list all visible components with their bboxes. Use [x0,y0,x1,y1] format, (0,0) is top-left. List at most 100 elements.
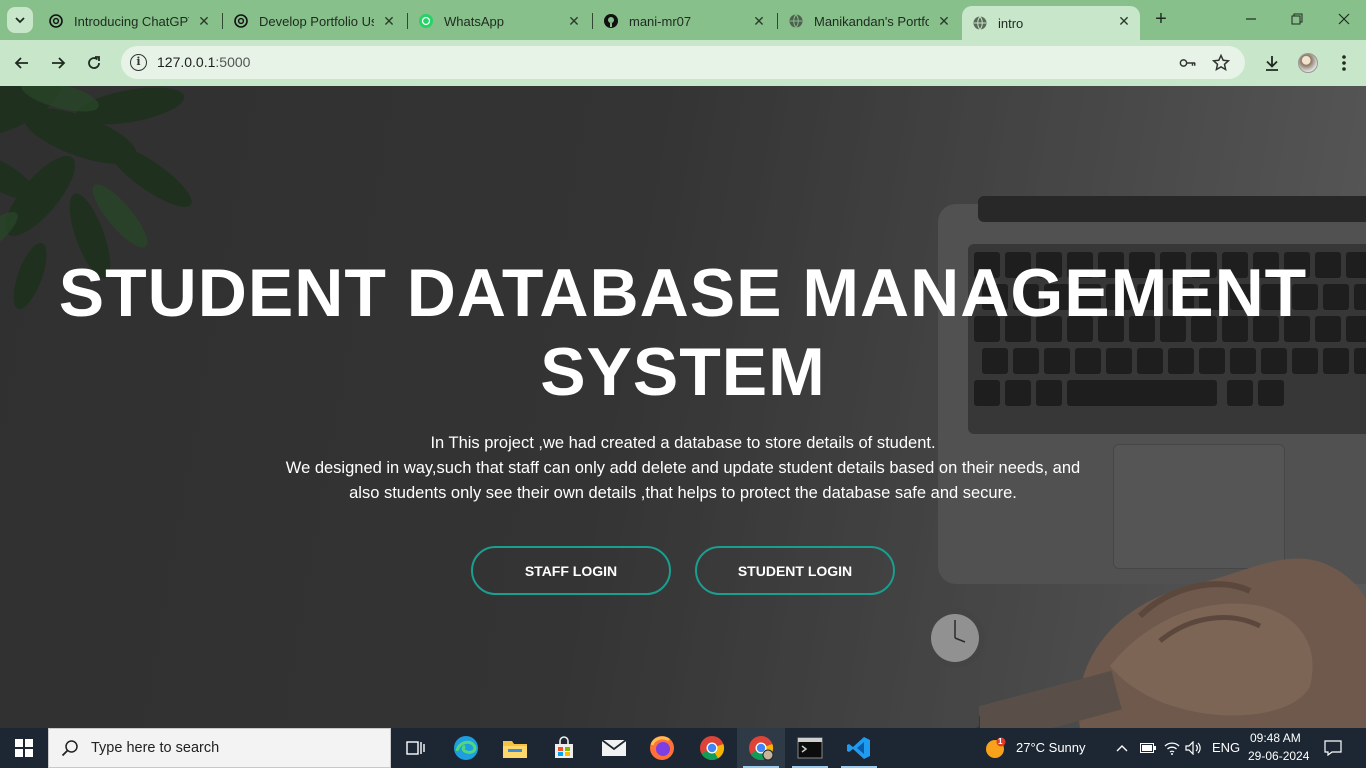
chatgpt-icon [233,13,249,29]
taskbar-chrome-profile-active[interactable] [737,728,785,768]
weather-text[interactable]: 27°C Sunny [1016,740,1086,755]
tab-intro[interactable]: intro ✕ [962,6,1140,40]
search-icon [61,740,78,757]
page-title-line2: SYSTEM [540,334,826,410]
description-line1: In This project ,we had created a databa… [430,434,936,452]
chrome-menu-button[interactable] [1332,51,1356,75]
reload-icon [88,56,100,69]
taskbar-terminal[interactable] [786,728,834,768]
notifications-button[interactable] [1318,728,1348,768]
clock-time[interactable]: 09:48 AM [1250,731,1301,745]
battery-button[interactable] [1136,728,1160,768]
weather-badge: 1 [998,737,1003,746]
tab-introducing-chatgpt[interactable]: Introducing ChatGPT ✕ [38,6,220,36]
staff-login-button[interactable]: STAFF LOGIN [471,546,671,595]
project-description: In This project ,we had created a databa… [283,431,1083,506]
mail-icon [601,739,627,756]
page-title-line1: STUDENT DATABASE MANAGEMENT [58,255,1308,331]
vscode-icon [847,737,870,759]
taskbar-edge[interactable] [442,728,490,768]
folder-icon [503,741,527,758]
wifi-icon [1164,742,1180,755]
chrome-icon [700,736,725,761]
address-bar[interactable]: i 127.0.0.1:5000 [121,46,1245,79]
tab-search-button[interactable] [7,7,33,33]
tab-strip: Introducing ChatGPT ✕ Develop Portfolio … [0,0,1366,40]
terminal-icon [797,737,823,759]
download-icon [1266,56,1278,71]
taskbar-store[interactable] [540,728,588,768]
page-title: STUDENT DATABASE MANAGEMENT SYSTEM [0,254,1366,412]
close-icon[interactable]: ✕ [196,13,212,29]
clock-date[interactable]: 29-06-2024 [1248,749,1309,763]
tab-title: WhatsApp [444,13,504,29]
speaker-icon [1185,741,1201,755]
windows-logo-icon [15,739,33,757]
close-icon [1338,13,1350,25]
taskbar-chrome[interactable] [688,728,736,768]
arrow-right-icon [52,57,66,69]
start-button[interactable] [0,728,48,768]
edge-icon [454,736,478,760]
weather-widget-icon[interactable]: 1 [980,728,1010,768]
show-hidden-icons-button[interactable] [1110,728,1134,768]
close-icon[interactable]: ✕ [566,13,582,29]
password-key-icon[interactable] [1179,54,1197,72]
taskbar-vscode[interactable] [835,728,883,768]
taskbar-firefox[interactable] [638,728,686,768]
tab-title: mani-mr07 [629,13,692,29]
tab-github[interactable]: mani-mr07 ✕ [593,6,775,36]
tab-title: intro [998,15,1024,31]
taskbar-search-box[interactable]: Type here to search [48,728,391,768]
whatsapp-icon [418,13,434,29]
chevron-down-icon [15,17,25,24]
network-button[interactable] [1160,728,1184,768]
windows-taskbar: Type here to search 1 27°C Sunny ENG 09:… [0,728,1366,768]
profile-button[interactable] [1296,51,1320,75]
url-host: 127.0.0.1 [157,54,216,70]
battery-icon [1140,743,1156,753]
close-icon[interactable]: ✕ [751,13,767,29]
downloads-button[interactable] [1260,51,1284,75]
globe-icon [788,13,804,29]
reload-button[interactable] [82,51,106,75]
tab-title: Introducing ChatGPT [74,13,189,29]
hero-section: STUDENT DATABASE MANAGEMENT SYSTEM In Th… [0,86,1366,728]
tab-whatsapp[interactable]: WhatsApp ✕ [408,6,590,36]
close-icon[interactable]: ✕ [381,13,397,29]
description-line3: also students only see their own details… [349,484,1017,502]
taskbar-file-explorer[interactable] [491,728,539,768]
student-login-button[interactable]: STUDENT LOGIN [695,546,895,595]
restore-button[interactable] [1285,8,1309,32]
chrome-profile-icon [749,736,774,761]
kebab-menu-icon [1342,55,1346,71]
volume-button[interactable] [1182,728,1206,768]
globe-icon [972,15,988,31]
avatar [1298,53,1318,73]
back-button[interactable] [10,51,34,75]
close-icon[interactable]: ✕ [1116,13,1132,29]
url-port: :5000 [215,54,251,70]
store-icon [555,736,573,758]
github-icon [603,13,619,29]
forward-button[interactable] [46,51,70,75]
arrow-left-icon [14,57,28,69]
description-line2: We designed in way,such that staff can o… [285,459,1081,477]
new-tab-button[interactable]: + [1150,9,1172,31]
tab-title: Manikandan's Portfol [814,13,929,29]
task-view-button[interactable] [392,728,440,768]
chevron-up-icon [1116,745,1128,752]
input-language[interactable]: ENG [1212,740,1240,755]
taskbar-mail[interactable] [590,728,638,768]
site-info-icon[interactable]: i [130,54,147,71]
bookmark-star-icon[interactable] [1212,54,1230,72]
address-url[interactable]: 127.0.0.1:5000 [157,54,250,70]
close-window-button[interactable] [1332,8,1356,32]
firefox-icon [650,736,674,760]
tab-title: Develop Portfolio Usi [259,13,374,29]
tab-develop-portfolio[interactable]: Develop Portfolio Usi ✕ [223,6,405,36]
browser-toolbar: i 127.0.0.1:5000 [0,40,1366,86]
minimize-button[interactable] [1239,8,1263,32]
tab-manikandan-portfolio[interactable]: Manikandan's Portfol ✕ [778,6,960,36]
close-icon[interactable]: ✕ [936,13,952,29]
